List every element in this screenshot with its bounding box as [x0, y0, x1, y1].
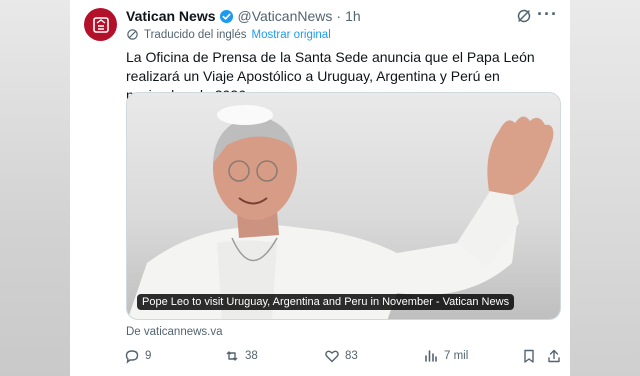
- like-icon: [325, 350, 339, 363]
- reply-icon: [125, 350, 139, 364]
- repost-count: 38: [245, 350, 258, 362]
- translated-label: Traducido del inglés: [144, 28, 247, 41]
- grok-icon[interactable]: [516, 8, 532, 29]
- translate-icon: [127, 29, 138, 40]
- views-icon: [425, 350, 437, 362]
- bookmark-button[interactable]: [521, 348, 537, 364]
- more-icon[interactable]: ···: [537, 4, 558, 25]
- background-left: [0, 0, 70, 376]
- share-button[interactable]: [546, 348, 562, 364]
- share-icon: [548, 349, 560, 363]
- reply-count: 9: [145, 350, 152, 362]
- show-original-link[interactable]: Mostrar original: [252, 29, 331, 41]
- author-handle[interactable]: @VaticanNews: [238, 8, 333, 24]
- translation-notice: Traducido del inglés Mostrar original: [126, 28, 331, 41]
- repost-button[interactable]: 38: [224, 348, 258, 364]
- reply-button[interactable]: 9: [124, 348, 151, 364]
- tweet-header: Vatican News @VaticanNews · 1h: [126, 8, 361, 24]
- pope-photo: [127, 105, 554, 319]
- action-bar: 9 38 83 7 mil: [124, 348, 564, 366]
- tweet-card[interactable]: Vatican News @VaticanNews · 1h ··· Tradu…: [70, 0, 570, 376]
- tweet-media[interactable]: Pope Leo to visit Uruguay, Argentina and…: [126, 92, 561, 320]
- like-count: 83: [345, 350, 358, 362]
- verified-badge-icon: [219, 9, 234, 24]
- views-count: 7 mil: [444, 350, 469, 362]
- separator-dot: ·: [336, 8, 342, 24]
- author-name[interactable]: Vatican News: [126, 8, 216, 24]
- media-caption: Pope Leo to visit Uruguay, Argentina and…: [137, 294, 515, 310]
- timestamp[interactable]: 1h: [345, 8, 361, 24]
- like-button[interactable]: 83: [324, 348, 358, 364]
- link-source[interactable]: De vaticannews.va: [126, 326, 223, 338]
- views-button[interactable]: 7 mil: [423, 348, 468, 364]
- bookmark-icon: [524, 349, 534, 363]
- avatar[interactable]: [84, 8, 117, 41]
- background-right: [570, 0, 640, 376]
- vatican-logo-icon: [92, 16, 109, 33]
- repost-icon: [226, 351, 238, 361]
